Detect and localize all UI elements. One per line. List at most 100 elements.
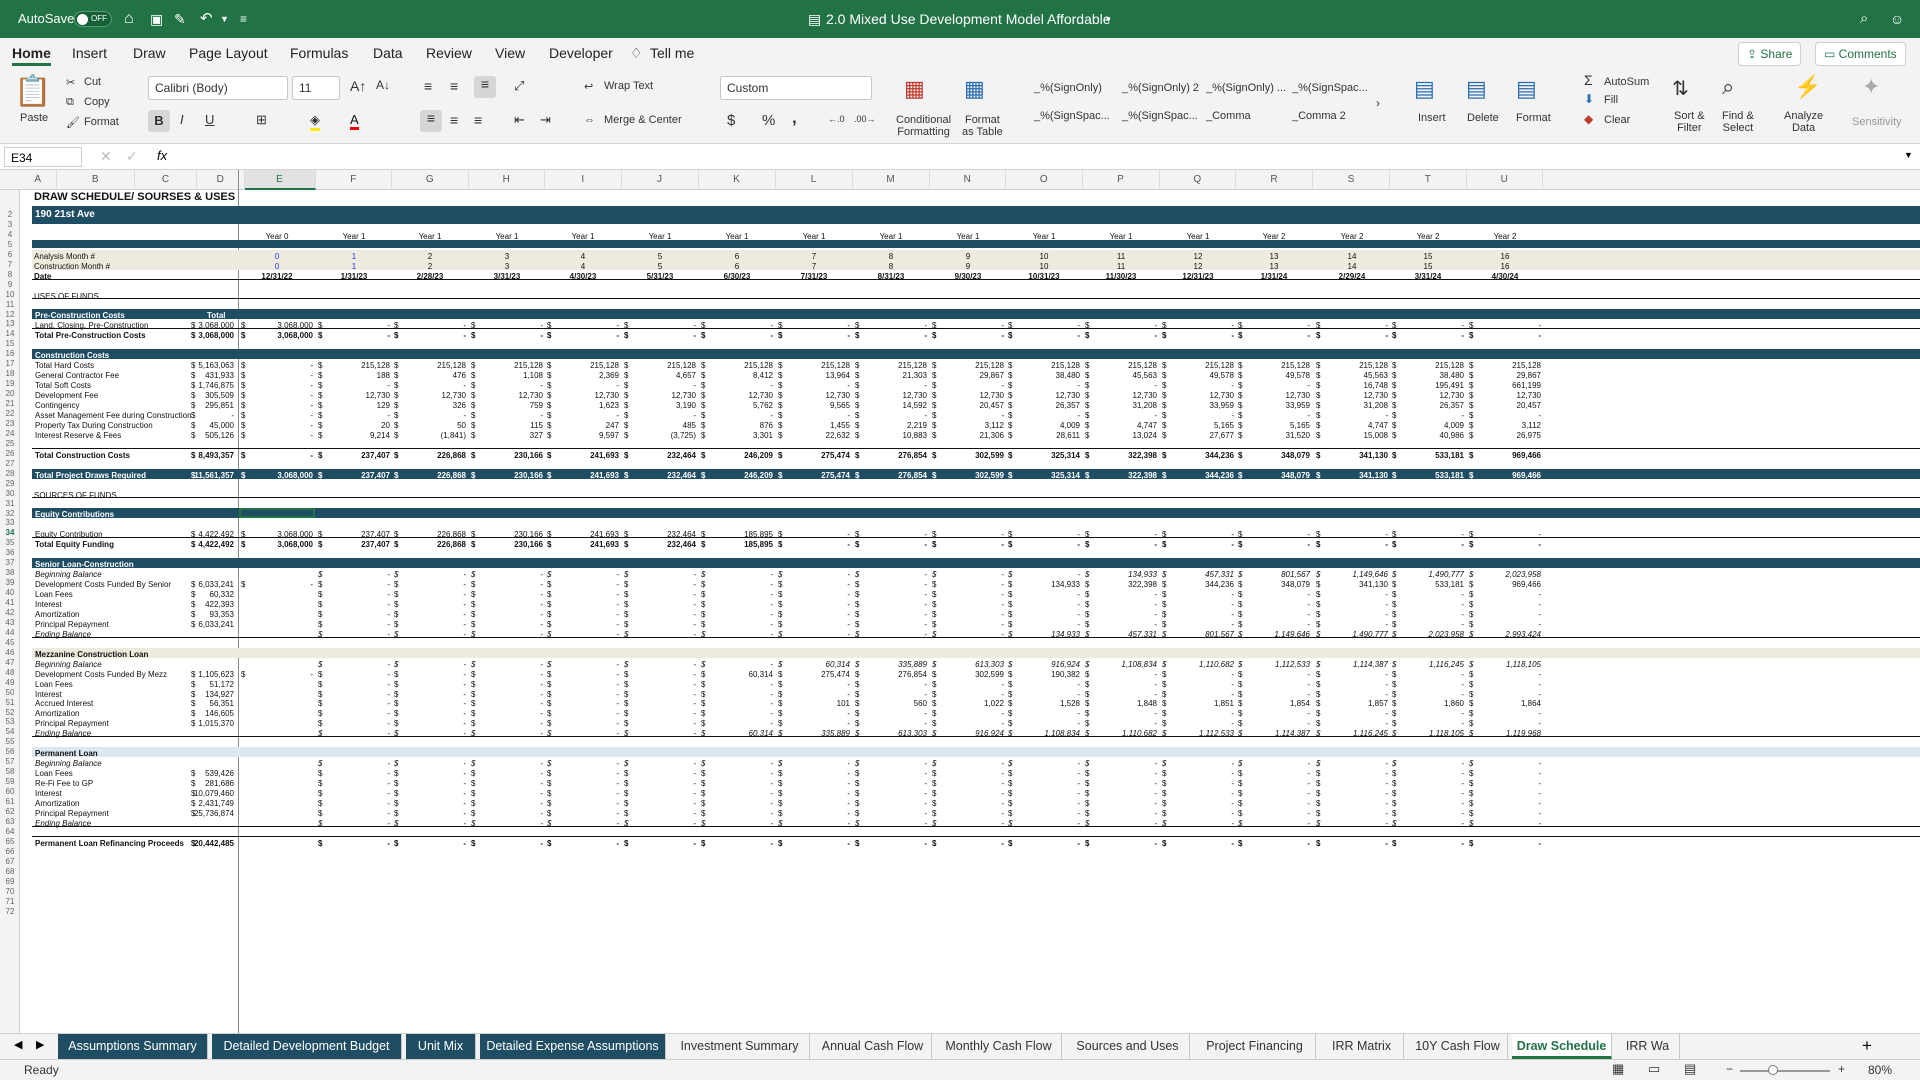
- fill-icon[interactable]: ⬇: [1584, 92, 1594, 106]
- row-number[interactable]: 41: [0, 598, 20, 607]
- confirm-icon[interactable]: ✓: [126, 148, 138, 165]
- increase-indent-icon[interactable]: ⇥: [540, 112, 551, 128]
- title-chevron-icon[interactable]: ▾: [1106, 0, 1111, 38]
- currency-button[interactable]: $: [727, 112, 735, 129]
- sheet-tab-monthly-cash-flow[interactable]: Monthly Cash Flow: [936, 1034, 1062, 1059]
- fill-color-icon[interactable]: ◈: [310, 112, 320, 131]
- row-number[interactable]: 26: [0, 449, 20, 458]
- row-number[interactable]: 7: [0, 260, 20, 269]
- row-number[interactable]: 69: [0, 877, 20, 886]
- align-right-icon[interactable]: ≡: [474, 112, 482, 128]
- row-number[interactable]: 64: [0, 827, 20, 836]
- row-number[interactable]: 62: [0, 807, 20, 816]
- row-number[interactable]: 10: [0, 290, 20, 299]
- copy-button[interactable]: Copy: [84, 96, 110, 108]
- row-number[interactable]: 63: [0, 817, 20, 826]
- row-number[interactable]: 4: [0, 230, 20, 239]
- row-number[interactable]: 55: [0, 737, 20, 746]
- decrease-decimal-icon[interactable]: .00→: [854, 114, 876, 124]
- analyze-data-button[interactable]: Analyze Data: [1784, 110, 1823, 134]
- copy-icon[interactable]: ⧉: [66, 96, 74, 109]
- column-header-g[interactable]: G: [392, 170, 469, 190]
- conditional-formatting-button[interactable]: Conditional Formatting: [896, 114, 951, 138]
- borders-icon[interactable]: ⊞: [256, 112, 267, 128]
- expand-formula-icon[interactable]: ▼: [1904, 150, 1913, 160]
- row-number[interactable]: 33: [0, 518, 20, 527]
- tab-page-layout[interactable]: Page Layout: [189, 38, 268, 68]
- align-center-icon[interactable]: ≡: [450, 112, 458, 128]
- cut-icon[interactable]: ✂: [66, 76, 75, 89]
- find-select-button[interactable]: Find & Select: [1722, 110, 1754, 134]
- selected-cell-e34[interactable]: [239, 508, 315, 519]
- comments-button[interactable]: ▭ Comments: [1815, 42, 1906, 66]
- row-number[interactable]: 34: [0, 528, 20, 537]
- merge-center-icon[interactable]: ⇔: [584, 114, 595, 126]
- column-header-j[interactable]: J: [622, 170, 699, 190]
- style-signonly-3[interactable]: _%(SignOnly) ...: [1206, 82, 1286, 94]
- insert-cells-icon[interactable]: ▤: [1414, 76, 1435, 102]
- style-comma-2[interactable]: _Comma 2: [1292, 110, 1346, 122]
- align-left-icon[interactable]: ≡: [420, 110, 442, 132]
- row-number[interactable]: 5: [0, 240, 20, 249]
- autosum-button[interactable]: AutoSum: [1604, 76, 1649, 88]
- row-number[interactable]: 8: [0, 270, 20, 279]
- row-number[interactable]: 56: [0, 747, 20, 756]
- bold-button[interactable]: B: [148, 110, 170, 132]
- delete-cells-icon[interactable]: ▤: [1466, 76, 1487, 102]
- row-number[interactable]: 2: [0, 210, 20, 219]
- sort-filter-button[interactable]: Sort & Filter: [1674, 110, 1705, 134]
- row-number[interactable]: 19: [0, 379, 20, 388]
- paste-button[interactable]: Paste: [20, 112, 48, 124]
- number-format-select[interactable]: Custom: [720, 76, 872, 100]
- sheet-tab-project-financing[interactable]: Project Financing: [1194, 1034, 1316, 1059]
- merge-center-button[interactable]: Merge & Center: [604, 114, 682, 126]
- row-number[interactable]: 42: [0, 608, 20, 617]
- style-signonly-2[interactable]: _%(SignOnly) 2: [1122, 82, 1199, 94]
- column-header-m[interactable]: M: [853, 170, 930, 190]
- wrap-text-icon[interactable]: ↩: [584, 80, 593, 93]
- font-name-select[interactable]: Calibri (Body): [148, 76, 288, 100]
- row-number[interactable]: 71: [0, 897, 20, 906]
- zoom-in-button[interactable]: +: [1838, 1062, 1845, 1076]
- align-top-icon[interactable]: ≡: [424, 78, 432, 94]
- row-number[interactable]: 24: [0, 429, 20, 438]
- sheet-tab-draw-schedule[interactable]: Draw Schedule: [1512, 1034, 1612, 1059]
- edit-icon[interactable]: ✎: [174, 0, 186, 38]
- next-sheet-icon[interactable]: ▶: [36, 1038, 44, 1051]
- row-number[interactable]: 30: [0, 489, 20, 498]
- column-header-k[interactable]: K: [699, 170, 776, 190]
- column-header-f[interactable]: F: [316, 170, 392, 190]
- add-sheet-icon[interactable]: +: [1862, 1036, 1872, 1056]
- format-as-table-icon[interactable]: ▦: [964, 76, 985, 102]
- tab-formulas[interactable]: Formulas: [290, 38, 348, 68]
- column-header-b[interactable]: B: [57, 170, 135, 190]
- row-number[interactable]: 36: [0, 548, 20, 557]
- home-icon[interactable]: ⌂: [124, 0, 134, 38]
- sensitivity-icon[interactable]: ✦: [1862, 74, 1880, 100]
- column-header-l[interactable]: L: [776, 170, 853, 190]
- tell-me-input[interactable]: Tell me: [650, 38, 694, 68]
- fill-button[interactable]: Fill: [1604, 94, 1618, 106]
- increase-font-icon[interactable]: A↑: [350, 78, 366, 94]
- paste-icon[interactable]: 📋: [14, 74, 51, 109]
- clear-button[interactable]: Clear: [1604, 114, 1630, 126]
- zoom-out-button[interactable]: −: [1726, 1062, 1733, 1076]
- row-number[interactable]: 6: [0, 250, 20, 259]
- row-number[interactable]: 52: [0, 708, 20, 717]
- insert-cells-button[interactable]: Insert: [1418, 112, 1446, 124]
- row-number[interactable]: 53: [0, 717, 20, 726]
- save-icon[interactable]: ▣: [150, 0, 163, 38]
- row-number[interactable]: 48: [0, 668, 20, 677]
- row-number[interactable]: 39: [0, 578, 20, 587]
- sensitivity-button[interactable]: Sensitivity: [1852, 116, 1902, 128]
- row-number[interactable]: 13: [0, 319, 20, 328]
- row-number[interactable]: 59: [0, 777, 20, 786]
- row-number[interactable]: 29: [0, 479, 20, 488]
- cancel-icon[interactable]: ✕: [100, 148, 112, 165]
- row-number[interactable]: 46: [0, 648, 20, 657]
- row-number[interactable]: 9: [0, 280, 20, 289]
- find-select-icon[interactable]: ⌕: [1722, 74, 1734, 100]
- format-as-table-button[interactable]: Format as Table: [962, 114, 1003, 138]
- column-header-h[interactable]: H: [469, 170, 545, 190]
- sheet-tab-irr-matrix[interactable]: IRR Matrix: [1320, 1034, 1404, 1059]
